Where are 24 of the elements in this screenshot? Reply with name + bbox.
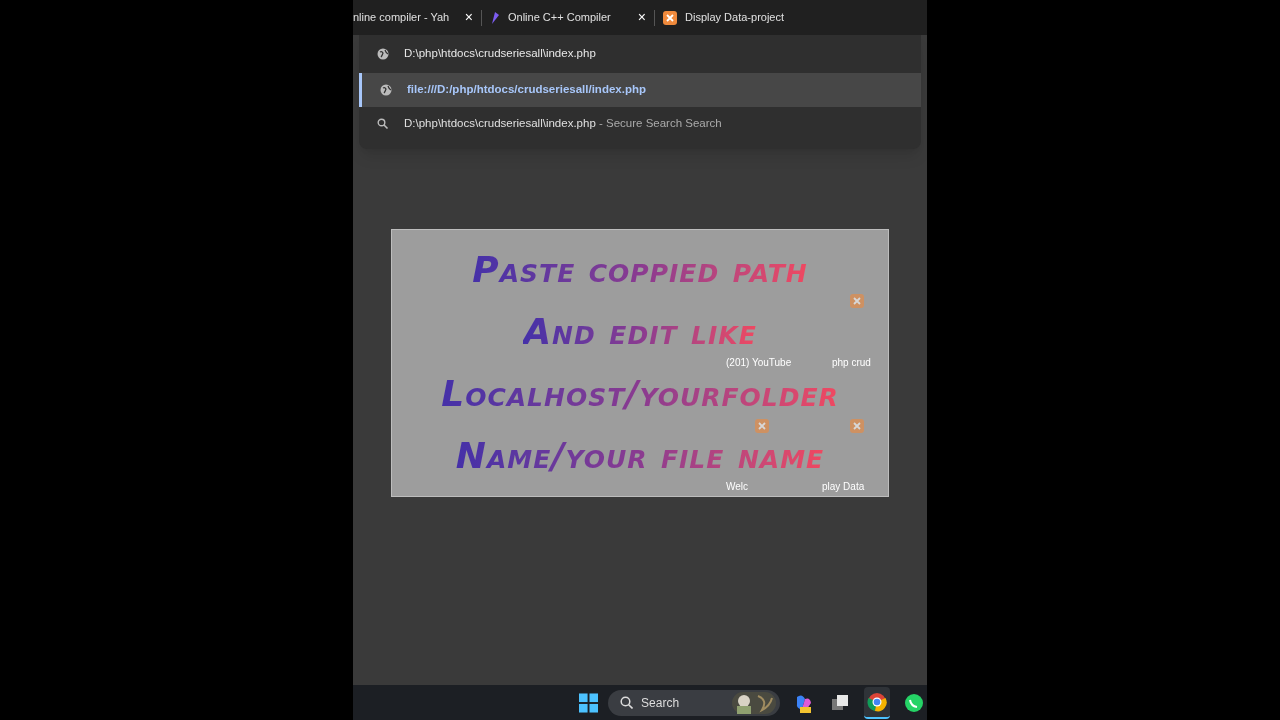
suggestion-row[interactable]: D:\php\htdocs\crudseriesall\index.php - Secure Search Search [359,107,921,141]
search-placeholder: Search [641,694,681,712]
feather-icon [490,10,500,25]
close-icon[interactable]: × [637,7,646,28]
browser-tab[interactable]: nline compiler - Yah × [353,3,481,32]
chrome-icon [866,691,887,712]
suggestion-source: - Secure Search Search [597,116,722,132]
address-input[interactable]: D:\php\htdocs\crudseriesall\index.php [404,45,596,63]
search-icon [377,118,389,130]
tab-title: Display Data-project [685,10,786,26]
windows-stack-icon [830,692,851,713]
windows-icon [579,692,599,713]
browser-tab[interactable]: Display Data-project [655,3,827,32]
suggestion-row[interactable]: file:///D:/php/htdocs/crudseriesall/index.php [359,73,921,107]
browser-tab[interactable]: Online C++ Compiler × [482,3,654,32]
suggestion-text: file:///D:/php/htdocs/crudseriesall/index.php [407,82,646,98]
tab-title: nline compiler - Yah [353,10,451,26]
tab-title: Online C++ Compiler [508,10,612,26]
xampp-icon [663,10,677,25]
taskbar-search[interactable]: Search [608,689,781,716]
search-icon [620,696,634,709]
suggestion-text: D:\php\htdocs\crudseriesall\index.php [404,116,596,132]
taskbar-app[interactable] [863,686,891,719]
close-icon[interactable]: × [464,7,473,28]
